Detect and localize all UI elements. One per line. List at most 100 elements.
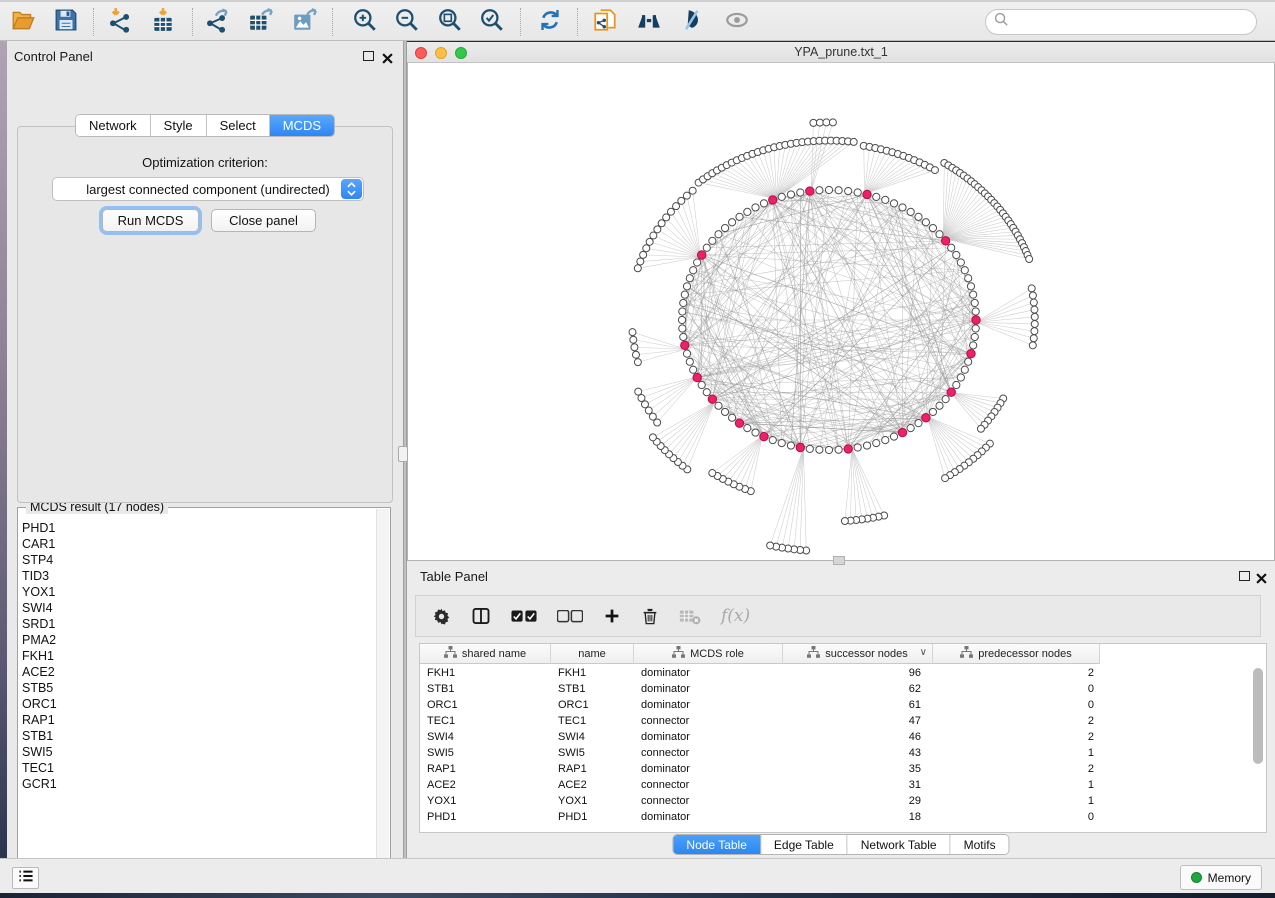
graph-node[interactable] — [825, 446, 832, 453]
network-window-titlebar[interactable]: YPA_prune.txt_1 — [407, 42, 1275, 63]
graph-node[interactable] — [1026, 256, 1033, 263]
graph-node[interactable] — [1029, 292, 1036, 299]
graph-node[interactable] — [850, 138, 857, 145]
memory-button[interactable]: Memory — [1180, 865, 1262, 890]
graph-node[interactable] — [929, 408, 936, 415]
refresh-layout-button[interactable] — [535, 7, 565, 37]
graph-node[interactable] — [680, 333, 687, 340]
graph-node[interactable] — [845, 188, 852, 195]
graph-node[interactable] — [709, 237, 716, 244]
graph-node[interactable] — [953, 251, 960, 258]
column-header-MCDS-role[interactable]: MCDS role — [634, 644, 783, 664]
graph-node[interactable] — [680, 299, 687, 306]
search-input[interactable] — [1009, 15, 1256, 29]
graph-dominator-node[interactable] — [769, 196, 777, 204]
graph-dominator-node[interactable] — [697, 251, 705, 259]
graph-node[interactable] — [965, 275, 972, 282]
select-all-button[interactable] — [511, 610, 537, 623]
graph-dominator-node[interactable] — [947, 388, 955, 396]
graph-node[interactable] — [835, 187, 842, 194]
graph-node[interactable] — [678, 197, 685, 204]
tab-mcds[interactable]: MCDS — [270, 115, 334, 136]
graph-node[interactable] — [835, 446, 842, 453]
graph-node[interactable] — [965, 358, 972, 365]
graph-node[interactable] — [787, 442, 794, 449]
graph-node[interactable] — [890, 433, 897, 440]
open-session-button[interactable] — [8, 7, 38, 37]
graph-node[interactable] — [643, 245, 650, 252]
float-panel-icon[interactable] — [363, 51, 374, 61]
tab-network-table[interactable]: Network Table — [848, 835, 951, 854]
delete-column-button[interactable] — [641, 607, 659, 626]
network-graph[interactable] — [408, 63, 1274, 559]
mcds-result-item[interactable]: STP4 — [22, 552, 374, 568]
mcds-result-scrollbar[interactable] — [376, 509, 389, 879]
graph-node[interactable] — [863, 442, 870, 449]
export-image-button[interactable] — [290, 7, 320, 37]
mcds-result-item[interactable]: ORC1 — [22, 696, 374, 712]
graph-node[interactable] — [634, 359, 641, 366]
column-header-name[interactable]: name — [551, 644, 634, 664]
zoom-in-button[interactable] — [350, 7, 380, 37]
horizontal-splitter-handle[interactable] — [833, 556, 845, 565]
mcds-result-item[interactable]: STB5 — [22, 680, 374, 696]
graph-node[interactable] — [679, 308, 686, 315]
float-panel-icon[interactable] — [1239, 571, 1250, 581]
graph-node[interactable] — [841, 518, 848, 525]
graph-node[interactable] — [634, 265, 641, 272]
graph-node[interactable] — [678, 316, 685, 323]
close-panel-button[interactable]: Close panel — [211, 209, 316, 232]
graph-node[interactable] — [929, 224, 936, 231]
graph-node[interactable] — [1028, 285, 1035, 292]
graph-node[interactable] — [1030, 335, 1037, 342]
graph-node[interactable] — [797, 189, 804, 196]
graph-node[interactable] — [970, 342, 977, 349]
search-box[interactable] — [985, 9, 1257, 35]
tab-node-table[interactable]: Node Table — [673, 835, 761, 854]
graph-node[interactable] — [654, 226, 661, 233]
graph-node[interactable] — [752, 204, 759, 211]
close-panel-icon[interactable] — [382, 51, 393, 69]
graph-node[interactable] — [972, 325, 979, 332]
graph-dominator-node[interactable] — [735, 419, 743, 427]
column-header-successor-nodes[interactable]: successor nodes∨ — [783, 644, 933, 664]
graph-node[interactable] — [936, 402, 943, 409]
export-table-button[interactable] — [246, 7, 276, 37]
graph-node[interactable] — [690, 267, 697, 274]
graph-node[interactable] — [957, 259, 964, 266]
import-network-button[interactable] — [104, 7, 134, 37]
graph-node[interactable] — [971, 333, 978, 340]
graph-dominator-node[interactable] — [806, 187, 814, 195]
graph-node[interactable] — [637, 258, 644, 265]
graph-node[interactable] — [679, 325, 686, 332]
zoom-selected-button[interactable] — [477, 7, 507, 37]
graph-node[interactable] — [873, 193, 880, 200]
save-session-button[interactable] — [51, 7, 81, 37]
graph-node[interactable] — [816, 446, 823, 453]
table-row[interactable]: ORC1ORC1dominator610 — [420, 697, 1100, 713]
mcds-result-item[interactable]: RAP1 — [22, 712, 374, 728]
graph-dominator-node[interactable] — [967, 349, 975, 357]
graph-node[interactable] — [967, 283, 974, 290]
graph-node[interactable] — [641, 401, 648, 408]
graph-dominator-node[interactable] — [972, 316, 980, 324]
graph-node[interactable] — [658, 220, 665, 227]
graph-node[interactable] — [663, 214, 670, 221]
table-settings-button[interactable] — [432, 607, 451, 626]
graph-node[interactable] — [854, 189, 861, 196]
graph-node[interactable] — [744, 208, 751, 215]
mcds-result-item[interactable]: STB1 — [22, 728, 374, 744]
graph-node[interactable] — [760, 200, 767, 207]
graph-node[interactable] — [631, 344, 638, 351]
table-row[interactable]: PHD1PHD1dominator180 — [420, 809, 1100, 825]
graph-node[interactable] — [638, 395, 645, 402]
status-menu-button[interactable] — [12, 867, 39, 889]
mcds-result-item[interactable]: CAR1 — [22, 536, 374, 552]
graph-node[interactable] — [948, 244, 955, 251]
table-row[interactable]: YOX1YOX1connector291 — [420, 793, 1100, 809]
deselect-all-button[interactable] — [557, 610, 583, 623]
table-row[interactable]: RAP1RAP1dominator352 — [420, 761, 1100, 777]
graph-node[interactable] — [728, 219, 735, 226]
graph-node[interactable] — [907, 424, 914, 431]
mcds-result-item[interactable]: SRD1 — [22, 616, 374, 632]
